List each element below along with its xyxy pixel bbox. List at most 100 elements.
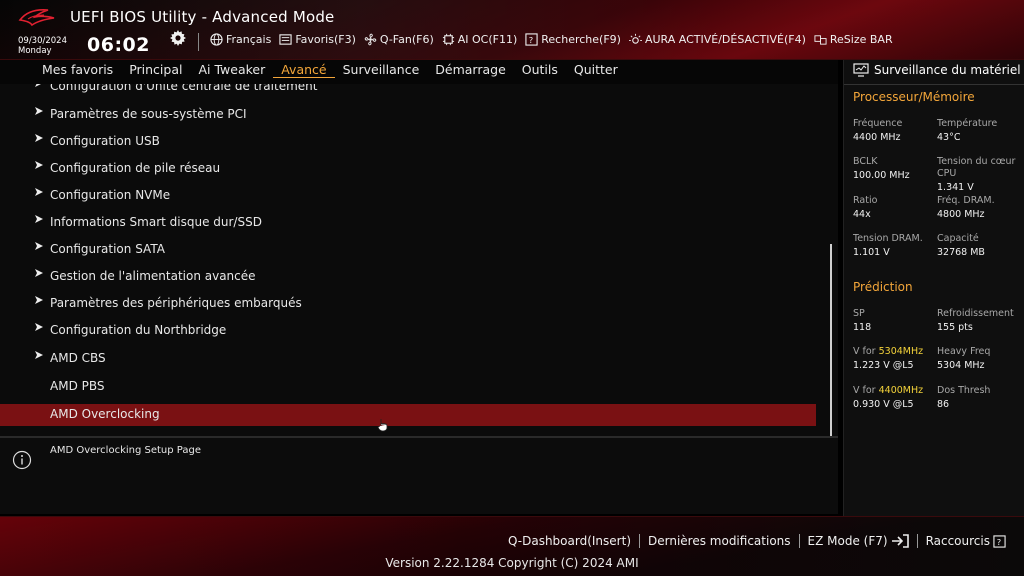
chevron-right-icon	[35, 134, 43, 142]
tab-advanced[interactable]: Avancé	[273, 62, 335, 78]
help-panel: AMD Overclocking Setup Page	[0, 436, 838, 514]
shortcuts-link[interactable]: Raccourcis ?	[918, 534, 1014, 548]
scrollbar[interactable]	[830, 244, 832, 436]
version-text: Version 2.22.1284 Copyright (C) 2024 AMI	[385, 556, 639, 570]
menu-item-usb-config[interactable]: Configuration USB	[0, 131, 816, 153]
day-text: Monday	[18, 46, 52, 56]
menu-item-smart-info[interactable]: Informations Smart disque dur/SSD	[0, 212, 816, 234]
stat-capacity: Capacité 32768 MB	[937, 233, 985, 258]
app-title: UEFI BIOS Utility - Advanced Mode	[70, 8, 335, 26]
stat-heavy-freq: Heavy Freq 5304 MHz	[937, 346, 991, 371]
tab-monitor[interactable]: Surveillance	[335, 62, 428, 78]
menu-item-label: Configuration NVMe	[50, 188, 171, 202]
qfan-label: Q-Fan(F6)	[379, 33, 434, 46]
aura-label: AURA ACTIVÉ/DÉSACTIVÉ(F4)	[644, 33, 806, 46]
ez-mode-link[interactable]: EZ Mode (F7)	[800, 534, 917, 548]
tab-boot[interactable]: Démarrage	[427, 62, 514, 78]
footer: Q-Dashboard(Insert) Dernières modificati…	[0, 516, 1024, 576]
language-button[interactable]: Français	[210, 33, 271, 46]
aura-light-icon	[628, 33, 642, 44]
menu-item-northbridge[interactable]: Configuration du Northbridge	[0, 320, 816, 342]
search-button[interactable]: ? Recherche(F9)	[525, 33, 621, 46]
menu-item-apm[interactable]: Gestion de l'alimentation avancée	[0, 266, 816, 288]
menu-item-label: AMD Overclocking	[50, 407, 160, 421]
favorites-icon	[279, 34, 292, 45]
top-header: UEFI BIOS Utility - Advanced Mode 09/30/…	[0, 0, 1024, 60]
stat-bclk: BCLK 100.00 MHz	[853, 156, 910, 181]
chevron-right-icon	[35, 269, 43, 277]
advanced-menu-list: Configuration d'Unité centrale de traite…	[0, 84, 838, 436]
stat-temperature: Température 43°C	[937, 118, 998, 143]
stat-dos-thresh: Dos Thresh 86	[937, 385, 991, 410]
chevron-right-icon	[35, 323, 43, 331]
tab-favorites[interactable]: Mes favoris	[34, 62, 121, 78]
aura-button[interactable]: AURA ACTIVÉ/DÉSACTIVÉ(F4)	[628, 33, 806, 46]
favorites-button[interactable]: Favoris(F3)	[279, 33, 356, 46]
info-icon	[12, 450, 32, 470]
ai-oc-button[interactable]: AI OC(F11)	[442, 33, 517, 46]
menu-item-pci-subsystem[interactable]: Paramètres de sous-système PCI	[0, 104, 816, 126]
chevron-right-icon	[35, 215, 43, 223]
chevron-right-icon	[35, 242, 43, 250]
menu-item-label: Configuration du Northbridge	[50, 323, 227, 337]
tab-exit[interactable]: Quitter	[566, 62, 626, 78]
menu-item-amd-pbs[interactable]: AMD PBS	[0, 376, 816, 398]
clock[interactable]: 06:02	[87, 34, 150, 56]
section-cpu-memory: Processeur/Mémoire	[853, 90, 975, 104]
language-label: Français	[226, 33, 272, 46]
gear-icon[interactable]	[170, 30, 186, 46]
menu-item-label: Paramètres de sous-système PCI	[50, 107, 247, 121]
menu-item-label: Configuration de pile réseau	[50, 161, 221, 175]
menu-item-network-stack[interactable]: Configuration de pile réseau	[0, 158, 816, 180]
menu-item-label: Gestion de l'alimentation avancée	[50, 269, 256, 283]
ez-mode-label: EZ Mode (F7)	[807, 534, 888, 548]
svg-text:?: ?	[529, 35, 533, 45]
resize-bar-icon	[814, 35, 827, 45]
date-text: 09/30/2024	[18, 36, 67, 46]
stat-core-voltage: Tension du cœur CPU 1.341 V	[937, 156, 1016, 193]
divider	[844, 84, 1024, 85]
svg-text:?: ?	[997, 537, 1001, 547]
menu-item-label: AMD CBS	[50, 351, 106, 365]
stat-v-for-max: V for 5304MHz 1.223 V @L5	[853, 346, 924, 371]
monitor-icon	[853, 63, 869, 77]
menu-item-nvme-config[interactable]: Configuration NVMe	[0, 185, 816, 207]
stat-frequency: Fréquence 4400 MHz	[853, 118, 903, 143]
menu-item-label: Configuration SATA	[50, 242, 165, 256]
resize-bar-label: ReSize BAR	[829, 33, 893, 46]
resize-bar-button[interactable]: ReSize BAR	[814, 33, 893, 46]
menu-item-amd-cbs[interactable]: AMD CBS	[0, 348, 816, 370]
menu-item-amd-overclocking[interactable]: AMD Overclocking	[0, 404, 816, 426]
search-help-icon: ?	[525, 33, 538, 46]
tab-tool[interactable]: Outils	[514, 62, 566, 78]
favorites-label: Favoris(F3)	[295, 33, 356, 46]
qfan-button[interactable]: Q-Fan(F6)	[364, 33, 434, 46]
stat-v-for-base: V for 4400MHz 0.930 V @L5	[853, 385, 924, 410]
toolbar: Français Favoris(F3) Q-Fan(F6) AI OC(F11…	[210, 33, 893, 46]
chevron-right-icon	[35, 351, 43, 359]
tab-main[interactable]: Principal	[121, 62, 190, 78]
stat-cooling: Refroidissement 155 pts	[937, 308, 1014, 333]
globe-icon	[210, 33, 223, 46]
menu-item-label: Paramètres des périphériques embarqués	[50, 296, 302, 310]
menu-item-cpu-config[interactable]: Configuration d'Unité centrale de traite…	[0, 84, 816, 98]
fan-icon	[364, 33, 377, 46]
menu-item-label: Configuration USB	[50, 134, 160, 148]
chevron-right-icon	[35, 84, 41, 87]
menu-item-label: Configuration d'Unité centrale de traite…	[50, 84, 318, 93]
q-dashboard-link[interactable]: Q-Dashboard(Insert)	[500, 534, 639, 548]
menu-item-label: Informations Smart disque dur/SSD	[50, 215, 262, 229]
chevron-right-icon	[35, 296, 43, 304]
chevron-right-icon	[35, 161, 43, 169]
hardware-monitor-panel: Surveillance du matériel Processeur/Mémo…	[843, 60, 1024, 516]
stat-dram-voltage: Tension DRAM. 1.101 V	[853, 233, 923, 258]
menu-item-sata-config[interactable]: Configuration SATA	[0, 239, 816, 261]
help-description: AMD Overclocking Setup Page	[50, 445, 202, 456]
main-nav: Mes favoris Principal Ai Tweaker Avancé …	[0, 60, 838, 84]
menu-item-label: AMD PBS	[50, 379, 105, 393]
menu-item-onboard-devices[interactable]: Paramètres des périphériques embarqués	[0, 293, 816, 315]
tab-ai-tweaker[interactable]: Ai Tweaker	[190, 62, 273, 78]
stat-sp: SP 118	[853, 308, 872, 333]
section-prediction: Prédiction	[853, 280, 913, 294]
last-modified-link[interactable]: Dernières modifications	[640, 534, 799, 548]
